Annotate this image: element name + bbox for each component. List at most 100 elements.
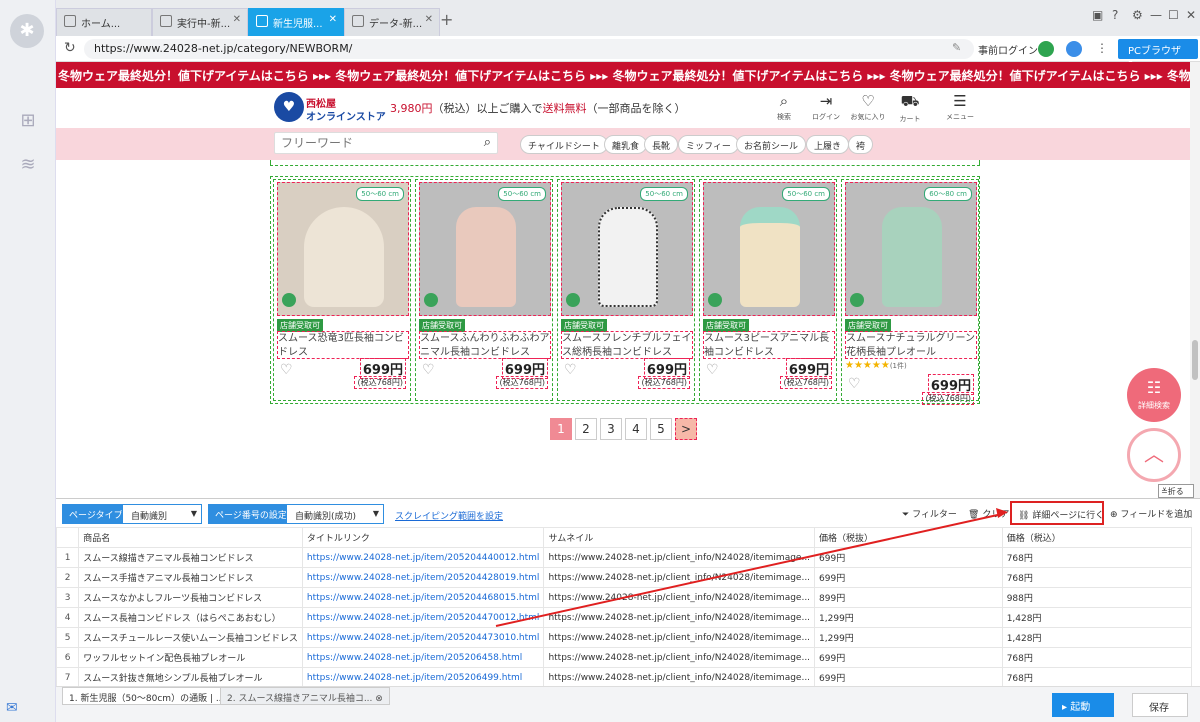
column-header-link[interactable]: タイトルリンク	[301, 527, 545, 548]
product-name[interactable]: スムース恐竜3匹長袖コンビドレス	[277, 331, 409, 359]
cell-price[interactable]: 699円	[814, 547, 1003, 568]
edit-icon[interactable]: ✎	[952, 41, 961, 54]
close-icon[interactable]: ⊗	[375, 694, 383, 704]
tab-newborn[interactable]: 新生児服... ✕	[248, 8, 344, 36]
favorite-heart-icon[interactable]: ♡	[564, 362, 577, 378]
nav-favorites[interactable]: ♡ お気に入り	[848, 92, 888, 122]
cell-price[interactable]: 1,299円	[814, 607, 1003, 628]
product-card[interactable]: 50～60 cm 店舗受取可 スムース恐竜3匹長袖コンビドレス ♡ 699円 (…	[273, 179, 411, 401]
product-name[interactable]: スムースふんわりふわふわアニマル長袖コンビドレス	[419, 331, 551, 359]
add-field-button[interactable]: ⊕ フィールドを追加	[1110, 507, 1192, 520]
sale-banner[interactable]: 冬物ウェア最終処分！値下げアイテムはこちら ▸▸▸ 冬物ウェア最終処分！値下げア…	[56, 62, 1190, 88]
tab-data[interactable]: データ-新... ✕	[344, 8, 440, 36]
product-name[interactable]: スムースナチュラルグリーン花柄長袖プレオール	[845, 331, 977, 359]
row-index[interactable]: 5	[55, 627, 80, 648]
search-box[interactable]: ⌕	[274, 132, 498, 154]
fold-button[interactable]: ≚折る	[1158, 484, 1194, 498]
row-index[interactable]: 6	[55, 647, 80, 668]
cell-name[interactable]: スムース手描きアニマル長袖コンビドレス	[78, 567, 303, 588]
reload-icon[interactable]: ↻	[64, 40, 76, 56]
page-1[interactable]: 1	[550, 418, 572, 440]
cell-price-tax[interactable]: 1,428円	[1001, 607, 1193, 628]
site-logo-icon[interactable]: ♥	[274, 92, 304, 122]
product-image[interactable]: 50～60 cm	[561, 182, 693, 316]
page-scrollbar[interactable]	[1190, 62, 1200, 498]
product-card[interactable]: 60～80 cm 店舗受取可 スムースナチュラルグリーン花柄長袖プレオール ★★…	[841, 179, 979, 405]
cell-price-tax[interactable]: 988円	[1001, 587, 1193, 608]
scrollbar-thumb[interactable]	[1192, 340, 1198, 380]
product-name[interactable]: スムース3ピースアニマル長袖コンビドレス	[703, 331, 835, 359]
search-icon[interactable]: ⌕	[484, 135, 491, 150]
gift-icon[interactable]: ▣	[1092, 8, 1103, 22]
cell-price-tax[interactable]: 768円	[1001, 647, 1193, 668]
cell-thumbnail[interactable]: https://www.24028-net.jp/client_info/N24…	[543, 547, 816, 568]
chip-boots[interactable]: 長靴	[644, 135, 679, 154]
goto-detail-button[interactable]: ⛓ 詳細ページに行く	[1010, 501, 1104, 525]
cell-link[interactable]: https://www.24028-net.jp/item/2052044680…	[301, 587, 545, 608]
cell-link[interactable]: https://www.24028-net.jp/item/2052044730…	[301, 627, 545, 648]
cell-name[interactable]: スムース線描きアニマル長袖コンビドレス	[78, 547, 303, 568]
layers-icon[interactable]: ≋	[17, 154, 39, 176]
extension-icon[interactable]	[1038, 41, 1054, 57]
table-row[interactable]: 4 スムース長袖コンビドレス（はらぺこあおむし） https://www.24028…	[55, 607, 1193, 628]
cell-name[interactable]: スムースなかよしフルーツ長袖コンビドレス	[78, 587, 303, 608]
detail-search-button[interactable]: ☷ 詳細検索	[1127, 368, 1181, 422]
task-tab-2[interactable]: 2. スムース線描きアニマル長袖コ... ⊗	[220, 687, 390, 705]
cell-link[interactable]: https://www.24028-net.jp/item/2052044280…	[301, 567, 545, 588]
page-5[interactable]: 5	[650, 418, 672, 440]
cell-name[interactable]: スムース長袖コンビドレス（はらぺこあおむし）	[78, 607, 303, 628]
tab-running[interactable]: 実行中-新... ✕	[152, 8, 248, 36]
row-index[interactable]: 7	[55, 667, 80, 688]
save-button[interactable]: 保存	[1132, 693, 1188, 717]
row-index[interactable]: 1	[55, 547, 80, 568]
help-icon[interactable]: ?	[1112, 8, 1118, 22]
pc-browser-button[interactable]: PCブラウザ ▾	[1118, 39, 1198, 68]
product-image[interactable]: 60～80 cm	[845, 182, 977, 316]
row-index[interactable]: 3	[55, 587, 80, 608]
product-image[interactable]: 50～60 cm	[277, 182, 409, 316]
product-image[interactable]: 50～60 cm	[703, 182, 835, 316]
close-window-icon[interactable]: ✕	[1186, 8, 1196, 22]
cell-price-tax[interactable]: 768円	[1001, 567, 1193, 588]
page-3[interactable]: 3	[600, 418, 622, 440]
favorite-heart-icon[interactable]: ♡	[706, 362, 719, 378]
chip-hakama[interactable]: 袴	[848, 135, 874, 154]
nav-cart[interactable]: ⛟ カート	[890, 92, 930, 124]
nav-login[interactable]: ⇥ ログイン	[806, 92, 846, 122]
task-tab-1[interactable]: 1. 新生児服（50～80cm）の通販 | ...	[62, 687, 232, 705]
cell-link[interactable]: https://www.24028-net.jp/item/2052044700…	[301, 607, 545, 628]
new-task-icon[interactable]: ⊞	[17, 110, 39, 132]
next-page-button[interactable]: >	[675, 418, 697, 440]
row-index[interactable]: 4	[55, 607, 80, 628]
favorite-heart-icon[interactable]: ♡	[280, 362, 293, 378]
run-button[interactable]: ▸ 起動	[1052, 693, 1114, 717]
cell-name[interactable]: ワッフルセットイン配色長袖プレオール	[78, 647, 303, 668]
pre-login-button[interactable]: 事前ログイン	[978, 42, 1038, 57]
table-row[interactable]: 5 スムースチュールレース使いムーン長袖コンビドレス https://www.240…	[55, 627, 1193, 648]
product-card[interactable]: 50～60 cm 店舗受取可 スムースフレンチブルフェイス総柄長袖コンビドレス …	[557, 179, 695, 401]
cell-price-tax[interactable]: 768円	[1001, 667, 1193, 688]
column-header-thumbnail[interactable]: サムネイル	[543, 527, 816, 548]
chip-indoor-shoes[interactable]: 上履き	[806, 135, 850, 154]
close-icon[interactable]: ✕	[329, 14, 337, 25]
chip-miffy[interactable]: ミッフィー	[678, 135, 739, 154]
cell-price-tax[interactable]: 1,428円	[1001, 627, 1193, 648]
cell-thumbnail[interactable]: https://www.24028-net.jp/client_info/N24…	[543, 647, 816, 668]
cell-price[interactable]: 699円	[814, 667, 1003, 688]
cell-link[interactable]: https://www.24028-net.jp/item/205206499.…	[301, 667, 545, 688]
cell-thumbnail[interactable]: https://www.24028-net.jp/client_info/N24…	[543, 607, 816, 628]
maximize-icon[interactable]: ☐	[1168, 8, 1179, 22]
favorite-heart-icon[interactable]: ♡	[848, 376, 861, 392]
cell-thumbnail[interactable]: https://www.24028-net.jp/client_info/N24…	[543, 627, 816, 648]
cell-price[interactable]: 699円	[814, 647, 1003, 668]
page-number-select[interactable]: 自動識別(成功) ▼	[286, 504, 384, 524]
clear-button[interactable]: 🗑 クリア	[968, 507, 1009, 520]
page-2[interactable]: 2	[575, 418, 597, 440]
filter-button[interactable]: ⏷ フィルター	[902, 507, 957, 520]
table-row[interactable]: 3 スムースなかよしフルーツ長袖コンビドレス https://www.24028-n…	[55, 587, 1193, 608]
cell-price[interactable]: 1,299円	[814, 627, 1003, 648]
product-name[interactable]: スムースフレンチブルフェイス総柄長袖コンビドレス	[561, 331, 693, 359]
chip-name-seal[interactable]: お名前シール	[736, 135, 807, 154]
product-card[interactable]: 50～60 cm 店舗受取可 スムースふんわりふわふわアニマル長袖コンビドレス …	[415, 179, 553, 401]
column-header-price-tax[interactable]: 価格（税込）	[1001, 527, 1193, 548]
